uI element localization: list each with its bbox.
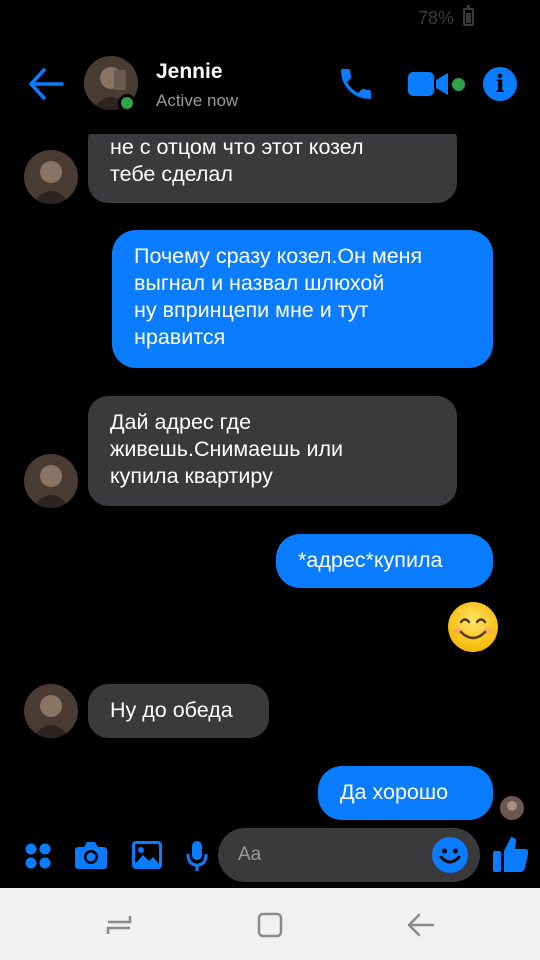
message-bubble-incoming[interactable]: Ну до обеда [88, 684, 269, 738]
camera-icon[interactable] [74, 840, 108, 875]
online-indicator [118, 94, 136, 112]
message-bubble-incoming[interactable]: не с отцом что этот козел тебе сделал [88, 134, 457, 203]
emoji-icon[interactable] [432, 837, 468, 873]
recent-apps-icon[interactable] [104, 912, 134, 943]
microphone-icon[interactable] [186, 840, 208, 877]
message-bubble-outgoing[interactable]: *адрес*купила [276, 534, 493, 588]
contact-status: Active now [156, 91, 239, 110]
message-input-placeholder: Aa [238, 844, 262, 865]
message-bubble-incoming[interactable]: Дай адрес где живешь.Снимаешь или купила… [88, 396, 457, 506]
smiling-face-icon[interactable] [446, 600, 500, 659]
contact-name[interactable]: Jennie [156, 60, 223, 84]
system-navigation-bar [0, 888, 540, 960]
video-active-dot [452, 78, 465, 91]
apps-icon[interactable] [24, 842, 52, 875]
gallery-icon[interactable] [131, 840, 163, 875]
video-camera-icon[interactable] [406, 68, 450, 100]
contact-avatar-small [24, 684, 78, 738]
info-icon[interactable]: i [483, 67, 517, 101]
message-bubble-outgoing[interactable]: Почему сразу козел.Он меня выгнал и назв… [112, 230, 493, 368]
back-arrow-icon[interactable] [26, 66, 66, 102]
back-icon[interactable] [406, 911, 436, 944]
battery-percentage: 78% [417, 8, 454, 28]
message-list[interactable]: не с отцом что этот козел тебе сделал По… [0, 134, 540, 830]
home-icon[interactable] [256, 911, 284, 944]
phone-icon[interactable] [336, 64, 376, 104]
seen-avatar [500, 796, 524, 820]
battery-icon [463, 5, 474, 26]
contact-avatar-small [24, 454, 78, 508]
contact-avatar-small [24, 150, 78, 204]
message-bubble-outgoing[interactable]: Да хорошо [318, 766, 493, 820]
thumbs-up-icon[interactable] [492, 834, 530, 879]
